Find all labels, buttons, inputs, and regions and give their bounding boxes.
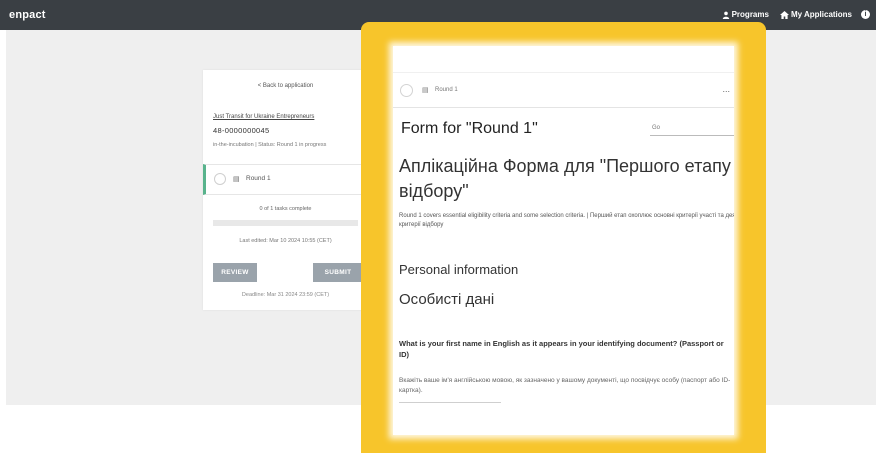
section-title: Personal information (399, 262, 519, 277)
more-options-icon[interactable]: ... (722, 84, 730, 94)
home-icon (779, 10, 789, 19)
nav-my-applications-label: My Applications (790, 10, 852, 19)
nav-programs[interactable]: Programs (722, 10, 769, 19)
form-title-ukrainian: Аплікаційна Форма для "Першого етапу від… (399, 156, 731, 201)
nav-my-applications[interactable]: My Applications (779, 10, 852, 19)
page: enpact Programs My Applications i < Back… (0, 0, 876, 453)
document-icon: ▤ (422, 87, 429, 94)
application-card: < Back to application Just Transit for U… (203, 70, 368, 310)
nav-programs-label: Programs (731, 10, 769, 19)
last-edited-text: Last edited: Mar 10 2024 10:55 (CET) (239, 238, 332, 244)
tasks-complete-text: 0 of 1 tasks complete (259, 206, 312, 212)
submit-button[interactable]: SUBMIT (313, 263, 363, 282)
deadline-text: Deadline: Mar 31 2024 23:59 (CET) (241, 292, 330, 298)
question-first-name: What is your first name in English as it… (399, 339, 724, 359)
round-row[interactable]: ▤ Round 1 (203, 164, 368, 195)
form-round-header: ▤ Round 1 ... (393, 72, 734, 108)
first-name-input[interactable] (399, 399, 501, 403)
go-to-field[interactable]: Go (650, 125, 734, 136)
round-status-circle-icon (214, 173, 226, 185)
info-icon[interactable]: i (861, 10, 870, 19)
user-icon (722, 11, 729, 19)
round-status-circle-icon (400, 84, 413, 97)
form-panel: ▤ Round 1 ... Form for "Round 1" Go Аплі… (393, 46, 734, 435)
brand-logo[interactable]: enpact (9, 9, 46, 21)
form-title: Form for "Round 1" (401, 120, 538, 137)
review-button[interactable]: REVIEW (213, 263, 257, 282)
tasks-progress-bar (213, 220, 358, 226)
section-title-ukrainian: Особисті дані (399, 291, 495, 308)
back-to-application-link[interactable]: < Back to application (203, 83, 368, 89)
program-name-link[interactable]: Just Transit for Ukraine Entrepreneurs (213, 114, 314, 120)
form-round-label: Round 1 (435, 87, 458, 93)
round-label: Round 1 (246, 175, 271, 182)
question-first-name-ukrainian: Вкажіть ваше ім'я англійською мовою, як … (399, 377, 731, 394)
top-nav: Programs My Applications i (711, 10, 870, 19)
form-description: Round 1 covers essential eligibility cri… (399, 213, 734, 228)
document-icon: ▤ (233, 176, 240, 183)
application-id: 48-0000000045 (213, 126, 270, 135)
application-status: in-the-incubation | Status: Round 1 in p… (213, 142, 327, 148)
